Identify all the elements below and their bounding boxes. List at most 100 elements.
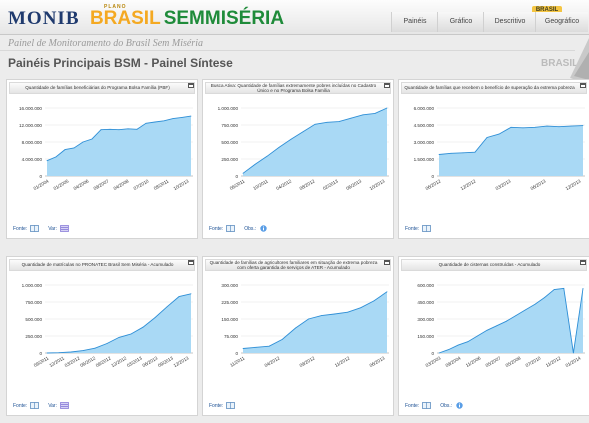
x-tick-label: 08/2012 [299, 178, 316, 191]
book-icon[interactable] [30, 402, 40, 409]
info-icon[interactable] [259, 225, 268, 232]
x-tick-label: 12/2011 [48, 355, 65, 368]
minimize-icon[interactable] [384, 83, 390, 88]
data-point [467, 341, 469, 343]
x-tick-label: 04/2012 [264, 355, 281, 368]
book-icon[interactable] [226, 402, 236, 409]
data-point [450, 152, 452, 154]
x-tick-label: 01/2005 [53, 178, 70, 191]
data-point [172, 118, 174, 119]
book-icon[interactable] [226, 225, 236, 232]
book-icon[interactable] [422, 402, 432, 409]
x-tick-label: 09/2012 [299, 355, 316, 368]
chart-title: Quantidade de famílias beneficiárias do … [9, 82, 195, 94]
fonte-label: Fonte: [13, 402, 28, 409]
area-chart[interactable]: 6.000.0004.500.0003.000.0001.500.000006/… [399, 94, 589, 212]
nav-descritivo[interactable]: Descritivo [483, 12, 536, 32]
minimize-icon[interactable] [384, 260, 390, 265]
data-point [334, 313, 335, 315]
data-point [118, 337, 120, 338]
data-point [136, 128, 138, 130]
book-icon[interactable] [30, 225, 40, 232]
x-tick-label: 12/2012 [110, 355, 127, 368]
chart-title: Quantidade de cisternas construídas - Ac… [401, 259, 587, 271]
book-icon[interactable] [422, 225, 432, 232]
data-point [386, 107, 388, 109]
nav-grafico[interactable]: Gráfico [437, 12, 484, 32]
y-tick-label: 250.000 [221, 157, 238, 162]
fonte-label: Fonte: [209, 225, 224, 232]
nav-geografico[interactable]: Geográfico [535, 12, 588, 32]
nav-paineis[interactable]: Painéis [391, 12, 438, 32]
data-point [181, 117, 183, 118]
monib-logo[interactable]: MONIB PLANO BRASIL SEMMISÉRIA [8, 4, 284, 30]
data-point [496, 325, 497, 327]
data-point [544, 297, 545, 298]
data-point [70, 351, 72, 353]
x-tick-label: 08/2011 [153, 178, 170, 191]
variation-chart-icon[interactable] [60, 225, 69, 232]
data-point [448, 349, 449, 350]
area-chart[interactable]: 16.000.00012.000.0008.000.0004.000.00000… [7, 94, 197, 212]
chart-footer: Fonte: Var: [13, 225, 69, 232]
area-chart[interactable]: 1.000.000 750.000 500.000 250.000 006/2011 10… [203, 94, 393, 212]
area-chart[interactable]: 1.000.000750.000500.000250.000009/201112… [7, 271, 197, 389]
x-tick-label: 05/2008 [505, 355, 522, 368]
chart-panel-6: Quantidade de cisternas construídas - Ac… [398, 256, 589, 416]
data-point [505, 320, 507, 322]
minimize-icon[interactable] [580, 260, 586, 265]
x-tick-label: 11/2006 [465, 355, 482, 368]
x-tick-label: 04/2006 [73, 178, 90, 191]
x-tick-label: 06/2011 [229, 178, 246, 191]
chart-footer: Fonte: Obs.: [405, 402, 464, 409]
data-point [534, 303, 536, 305]
minimize-icon[interactable] [188, 83, 194, 88]
chart-footer: Fonte: Obs.: [209, 225, 268, 232]
var-label: Var: [48, 402, 57, 409]
series-area [439, 125, 583, 176]
y-tick-label: 750.000 [25, 300, 42, 305]
var-label: Var: [48, 225, 57, 232]
data-point [154, 121, 156, 123]
y-tick-label: 12.000.000 [19, 123, 42, 128]
x-tick-label: 07/2010 [525, 355, 542, 368]
y-tick-label: 150.000 [417, 334, 434, 339]
data-point [290, 138, 292, 140]
x-tick-label: 11/2012 [545, 355, 562, 368]
data-point [190, 293, 192, 295]
page-curl-icon[interactable] [570, 38, 589, 84]
minimize-icon[interactable] [580, 83, 586, 88]
data-point [278, 147, 280, 148]
x-tick-label: 10/2013 [173, 178, 190, 191]
chart-footer: Fonte: [405, 225, 432, 232]
logo-brasil-text: BRASIL [89, 8, 161, 29]
x-tick-label: 03/2003 [425, 355, 442, 368]
data-point [486, 329, 488, 331]
data-point [314, 123, 316, 125]
data-point [321, 315, 322, 316]
data-point [510, 126, 512, 128]
obs-label: Obs.: [440, 402, 453, 409]
series-area [439, 288, 583, 353]
y-tick-label: 500.000 [25, 317, 42, 322]
x-tick-label: 09/2007 [93, 178, 110, 191]
y-tick-label: 0 [235, 351, 238, 356]
chart-panel-3: Quantidade de famílias que recebem o ben… [398, 79, 589, 239]
data-point [254, 164, 256, 165]
info-icon[interactable] [455, 402, 464, 409]
variation-chart-icon[interactable] [60, 402, 69, 409]
area-chart[interactable]: 300.000 225.000 150.000 75.000 011/2011 04/20… [203, 271, 393, 389]
y-tick-label: 1.500.000 [414, 157, 435, 162]
data-point [255, 346, 257, 348]
area-chart[interactable]: 600.000 450.000 300.000 150.000 003/2003 09/2… [399, 271, 589, 389]
y-tick-label: 0 [39, 351, 42, 356]
data-point [573, 352, 574, 354]
data-point [268, 345, 270, 347]
y-tick-label: 750.000 [221, 123, 238, 128]
y-tick-label: 6.000.000 [414, 106, 435, 111]
logo-sem-text: SEM [163, 8, 205, 29]
x-tick-label: 03/2013 [126, 355, 143, 368]
y-tick-label: 150.000 [221, 317, 238, 322]
minimize-icon[interactable] [188, 260, 194, 265]
data-point [326, 121, 328, 123]
